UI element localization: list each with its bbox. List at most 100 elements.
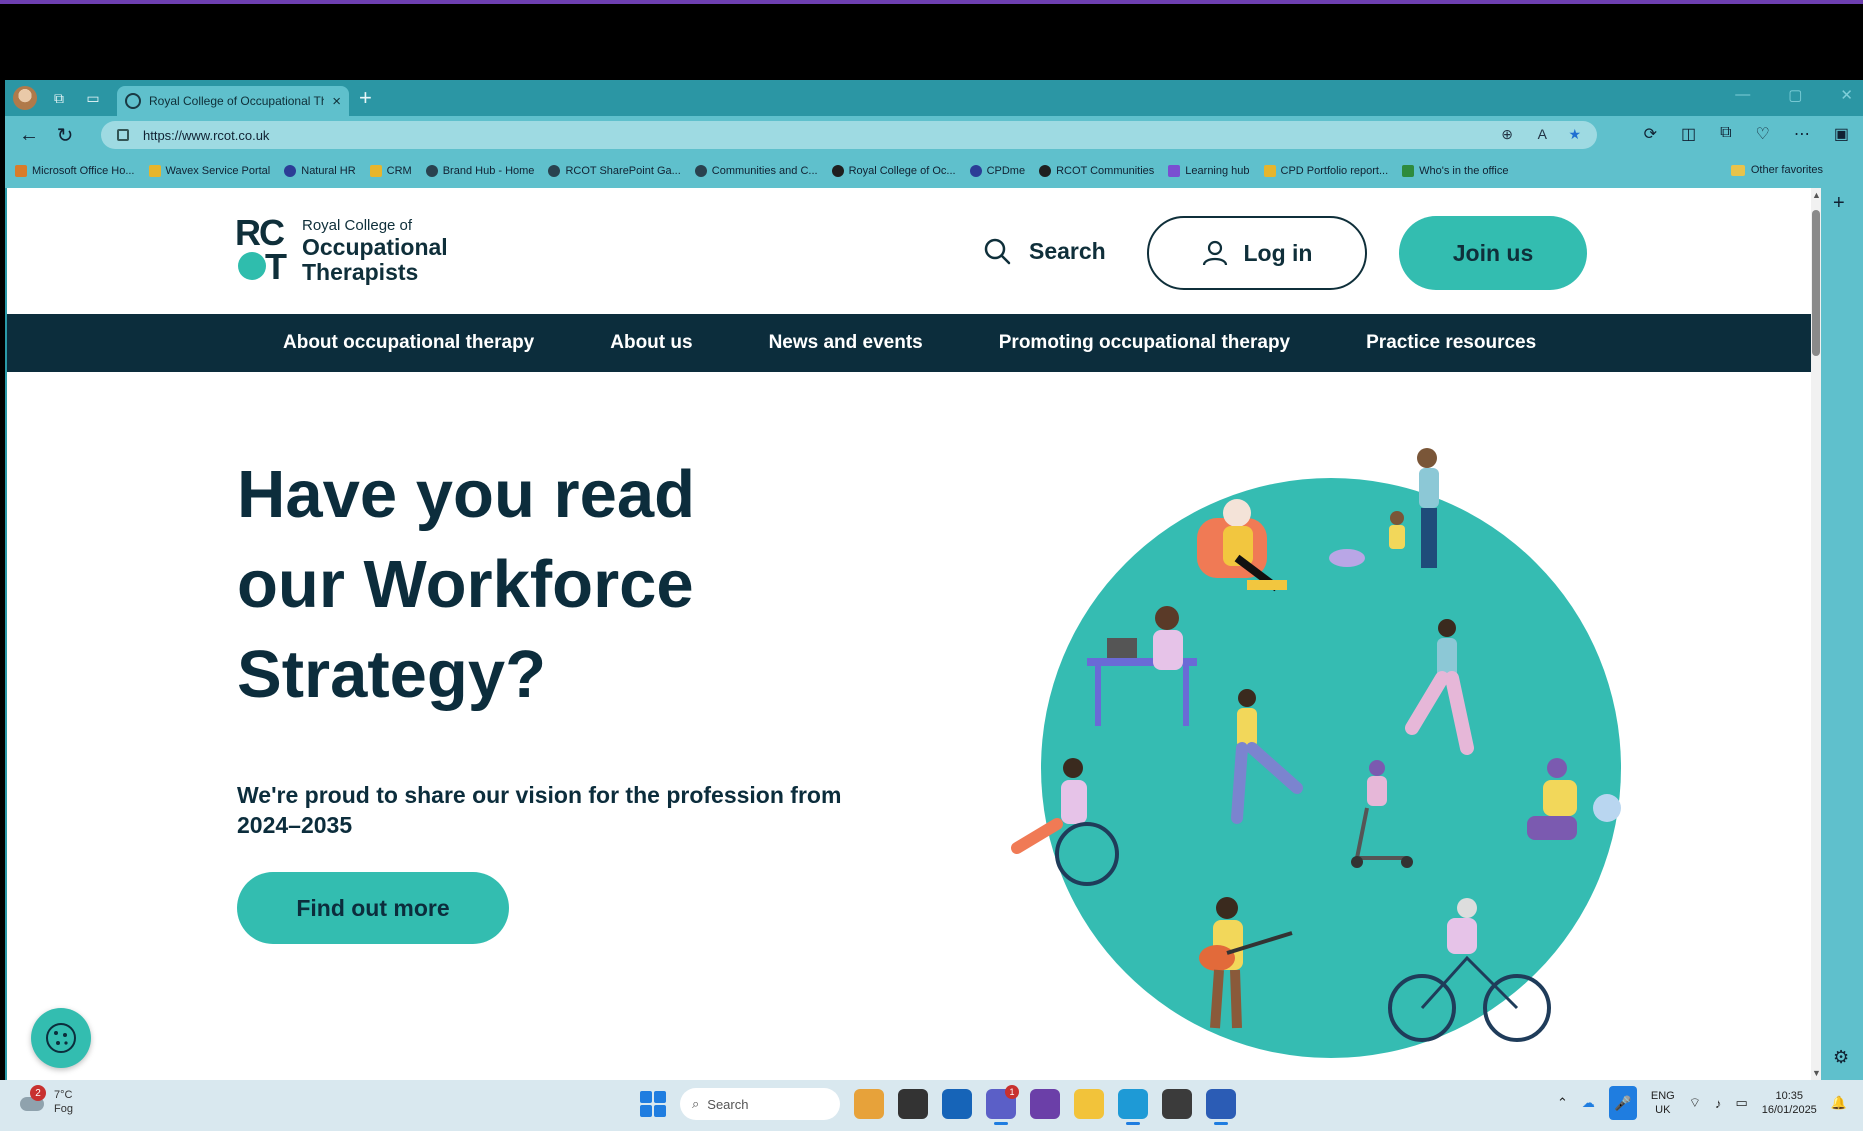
nav-about-occupational-therapy[interactable]: About occupational therapy xyxy=(283,332,534,354)
system-tray: ⌃ ☁ 🎤 ENG UK ⌔ ♪ ▭ 10:35 16/01/2025 🔔 xyxy=(1557,1086,1847,1120)
tab-actions-icon[interactable]: ▭ xyxy=(81,86,105,110)
cpdme-icon xyxy=(969,165,982,177)
split-screen-icon[interactable]: ◫ xyxy=(1681,124,1696,144)
zoom-icon[interactable]: ⊕ xyxy=(1501,126,1513,143)
outlook-app-icon[interactable] xyxy=(942,1089,972,1119)
favorite-item[interactable]: Microsoft Office Ho... xyxy=(15,165,135,177)
nav-practice-resources[interactable]: Practice resources xyxy=(1366,332,1536,354)
battery-icon[interactable]: ▭ xyxy=(1735,1095,1747,1111)
rcot-logo[interactable]: RC T Royal College of Occupational Thera… xyxy=(235,212,475,292)
favorite-item[interactable]: Learning hub xyxy=(1168,165,1250,177)
word-app-icon[interactable] xyxy=(1206,1089,1236,1125)
collections-icon[interactable]: ⧉ xyxy=(1720,124,1731,144)
read-aloud-icon[interactable]: A xyxy=(1538,126,1547,142)
teams-app-icon[interactable]: 1 xyxy=(986,1085,1019,1125)
office-icon xyxy=(15,165,27,177)
favorite-item[interactable]: Brand Hub - Home xyxy=(425,165,534,177)
page-viewport: RC T Royal College of Occupational Thera… xyxy=(7,188,1821,1080)
maximize-icon[interactable]: ▢ xyxy=(1788,86,1802,104)
site-header: RC T Royal College of Occupational Thera… xyxy=(7,188,1811,314)
logo-mark: RC T xyxy=(235,212,287,287)
favorite-item[interactable]: Communities and C... xyxy=(694,165,818,177)
excel-icon xyxy=(1402,165,1415,177)
page-scrollbar[interactable]: ▲ ▼ xyxy=(1811,188,1821,1080)
search-button[interactable]: Search xyxy=(983,228,1106,274)
windows-taskbar: 2 7°C Fog ⌕ Search 1 ⌃ ☁ 🎤 ENG UK ⌔ ♪ ▭ … xyxy=(0,1080,1863,1131)
address-bar[interactable]: https://www.rcot.co.uk ⊕ A ★ xyxy=(101,121,1597,149)
tab-title: Royal College of Occupational Th xyxy=(149,94,325,108)
notifications-icon[interactable]: 🔔 xyxy=(1831,1095,1847,1111)
other-favorites[interactable]: Other favorites xyxy=(1730,164,1823,176)
scroll-up-arrow[interactable]: ▲ xyxy=(1812,190,1821,200)
favorite-item[interactable]: CPDme xyxy=(969,165,1025,177)
taskbar-search[interactable]: ⌕ Search xyxy=(680,1088,840,1120)
search-label: Search xyxy=(1029,237,1106,264)
favorite-item[interactable]: Who's in the office xyxy=(1402,165,1508,177)
join-label: Join us xyxy=(1452,239,1534,266)
lock-icon xyxy=(117,129,129,141)
onedrive-icon[interactable]: ☁ xyxy=(1582,1095,1595,1111)
nav-about-us[interactable]: About us xyxy=(610,332,692,354)
file-explorer-icon[interactable] xyxy=(1074,1089,1104,1119)
join-button[interactable]: Join us xyxy=(1399,216,1587,290)
windows-start-icon[interactable] xyxy=(640,1091,666,1117)
edge-browser-icon[interactable] xyxy=(1118,1089,1148,1125)
report-icon xyxy=(1263,165,1276,177)
favorite-item[interactable]: RCOT Communities xyxy=(1039,165,1154,177)
briefcase-app-icon[interactable] xyxy=(854,1089,884,1119)
favorite-item[interactable]: Royal College of Oc... xyxy=(831,165,956,177)
sidebar-toggle-icon[interactable]: ▣ xyxy=(1834,124,1849,144)
nav-promoting-occupational-therapy[interactable]: Promoting occupational therapy xyxy=(999,332,1290,354)
sticky-notes-icon[interactable] xyxy=(1162,1089,1192,1119)
more-menu-icon[interactable]: ⋯ xyxy=(1794,124,1810,144)
login-label: Log in xyxy=(1243,239,1313,266)
find-out-more-button[interactable]: Find out more xyxy=(237,872,509,944)
language-indicator[interactable]: ENG UK xyxy=(1651,1089,1675,1117)
viva-app-icon[interactable] xyxy=(1030,1089,1060,1119)
chevron-up-icon[interactable]: ⌃ xyxy=(1557,1095,1568,1111)
browser-essentials-icon[interactable]: ♡ xyxy=(1756,124,1770,144)
cookie-settings-button[interactable] xyxy=(31,1008,91,1068)
scrollbar-thumb[interactable] xyxy=(1812,210,1820,356)
learning-icon xyxy=(1168,165,1181,177)
bookmark-icon xyxy=(148,165,161,177)
user-icon xyxy=(1202,240,1227,266)
weather-badge: 2 xyxy=(30,1085,46,1101)
task-view-icon[interactable] xyxy=(898,1089,928,1119)
cookie-icon xyxy=(46,1023,76,1053)
taskbar-apps: ⌕ Search 1 xyxy=(640,1085,1236,1125)
refresh-button[interactable]: ↻ xyxy=(47,123,83,148)
favorite-item[interactable]: RCOT SharePoint Ga... xyxy=(548,165,681,177)
url-text: https://www.rcot.co.uk xyxy=(143,127,270,143)
nav-news-and-events[interactable]: News and events xyxy=(769,332,923,354)
weather-widget[interactable]: 2 7°C Fog xyxy=(20,1085,73,1116)
sharepoint-icon xyxy=(694,165,707,177)
login-button[interactable]: Log in xyxy=(1147,216,1367,290)
back-button[interactable]: ← xyxy=(11,124,47,147)
new-tab-button[interactable]: + xyxy=(359,85,372,111)
scroll-down-arrow[interactable]: ▼ xyxy=(1812,1068,1821,1078)
favorite-item[interactable]: CRM xyxy=(369,165,412,177)
workspaces-icon[interactable]: ⧉ xyxy=(47,86,71,110)
profile-avatar[interactable] xyxy=(13,86,37,110)
add-sidebar-app-icon[interactable]: + xyxy=(1833,192,1845,215)
window-controls: — ▢ ✕ xyxy=(1735,86,1853,104)
close-window-icon[interactable]: ✕ xyxy=(1840,86,1853,104)
favorite-item[interactable]: Natural HR xyxy=(284,165,356,177)
wifi-icon[interactable]: ⌔ xyxy=(1689,1095,1701,1111)
favorite-item[interactable]: CPD Portfolio report... xyxy=(1263,165,1388,177)
favorite-star-icon[interactable]: ★ xyxy=(1568,126,1581,143)
logo-wordmark: Royal College of Occupational Therapists xyxy=(302,217,448,285)
close-tab-icon[interactable]: × xyxy=(332,93,341,110)
search-icon xyxy=(984,238,1011,265)
microphone-icon[interactable]: 🎤 xyxy=(1608,1086,1637,1120)
speaker-icon[interactable]: ♪ xyxy=(1715,1096,1722,1111)
sidebar-settings-icon[interactable]: ⚙ xyxy=(1833,1047,1849,1068)
favorite-item[interactable]: Wavex Service Portal xyxy=(148,165,270,177)
minimize-icon[interactable]: — xyxy=(1735,86,1750,104)
hero-subtitle: We're proud to share our vision for the … xyxy=(237,782,842,838)
clock[interactable]: 10:35 16/01/2025 xyxy=(1762,1089,1817,1117)
extensions-icon[interactable]: ⟳ xyxy=(1644,124,1657,144)
teams-badge: 1 xyxy=(1005,1085,1019,1099)
tab-rcot[interactable]: Royal College of Occupational Th × xyxy=(117,86,349,116)
